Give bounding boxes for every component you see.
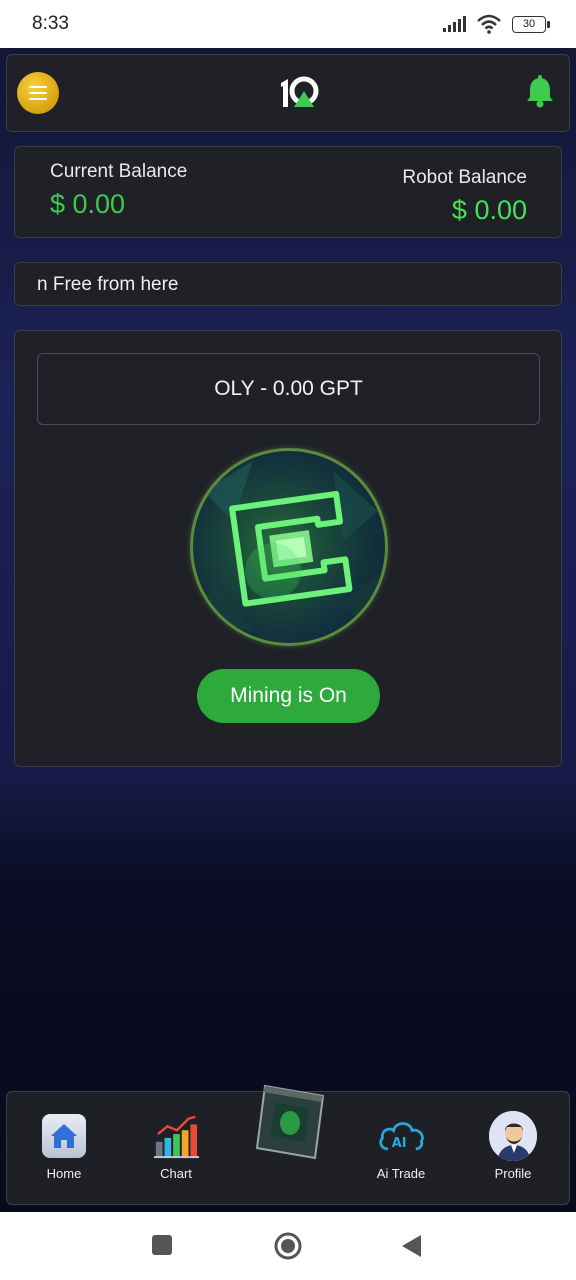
status-icons: 30 — [442, 14, 550, 34]
system-navigation-bar — [0, 1212, 576, 1280]
recents-square-icon[interactable] — [151, 1234, 173, 1256]
current-balance-value: $ 0.00 — [50, 189, 126, 219]
ai-cloud-icon: AI — [379, 1122, 424, 1151]
svg-text:AI: AI — [392, 1136, 407, 1151]
balance-card: Current Balance $ 0.00 Robot Balance $ 0… — [14, 146, 562, 238]
signal-icon — [443, 16, 466, 32]
app-screen: Current Balance $ 0.00 Robot Balance $ 0… — [0, 48, 576, 1212]
nav-item-profile[interactable]: Profile — [468, 1111, 558, 1192]
nav-label-chart: Chart — [160, 1166, 192, 1181]
chart-icon — [153, 1115, 200, 1159]
app-logo-icon — [281, 76, 319, 107]
current-balance-label: Current Balance — [50, 161, 188, 182]
battery-icon: 30 — [512, 15, 550, 33]
back-triangle-icon[interactable] — [400, 1234, 422, 1258]
battery-level: 30 — [522, 18, 536, 30]
bottom-navigation: Home Chart AI Ai Trade Profile — [6, 1084, 570, 1205]
nav-item-chart[interactable]: Chart — [131, 1112, 221, 1192]
mining-coin-icon[interactable] — [190, 448, 388, 646]
nav-item-home[interactable]: Home — [19, 1112, 109, 1192]
nav-label-profile: Profile — [494, 1166, 532, 1181]
nav-label-ai-trade: Ai Trade — [376, 1166, 426, 1181]
wifi-icon — [477, 14, 501, 34]
nav-label-home: Home — [46, 1166, 82, 1181]
coin-balance-box: OLY - 0.00 GPT — [37, 353, 540, 425]
nav-item-ai-trade[interactable]: AI Ai Trade — [356, 1112, 446, 1192]
status-bar: 8:33 30 — [0, 0, 576, 48]
announcement-marquee: n Free from here — [14, 262, 562, 306]
top-header — [6, 54, 570, 132]
coin-balance-label: OLY - 0.00 GPT — [214, 377, 363, 400]
status-time: 8:33 — [32, 13, 69, 34]
hamburger-menu-icon[interactable] — [17, 72, 59, 114]
profile-avatar-icon — [489, 1111, 537, 1161]
mining-status-button[interactable]: Mining is On — [197, 669, 380, 723]
marquee-text: n Free from here — [37, 274, 179, 295]
bell-icon[interactable] — [525, 75, 555, 109]
robot-balance-value: $ 0.00 — [451, 195, 527, 225]
mining-cube-icon[interactable] — [251, 1080, 329, 1162]
home-circle-icon[interactable] — [273, 1231, 303, 1261]
robot-balance-label: Robot Balance — [402, 167, 527, 188]
mining-card: OLY - 0.00 GPT Mining is On — [14, 330, 562, 767]
home-icon — [42, 1114, 86, 1158]
